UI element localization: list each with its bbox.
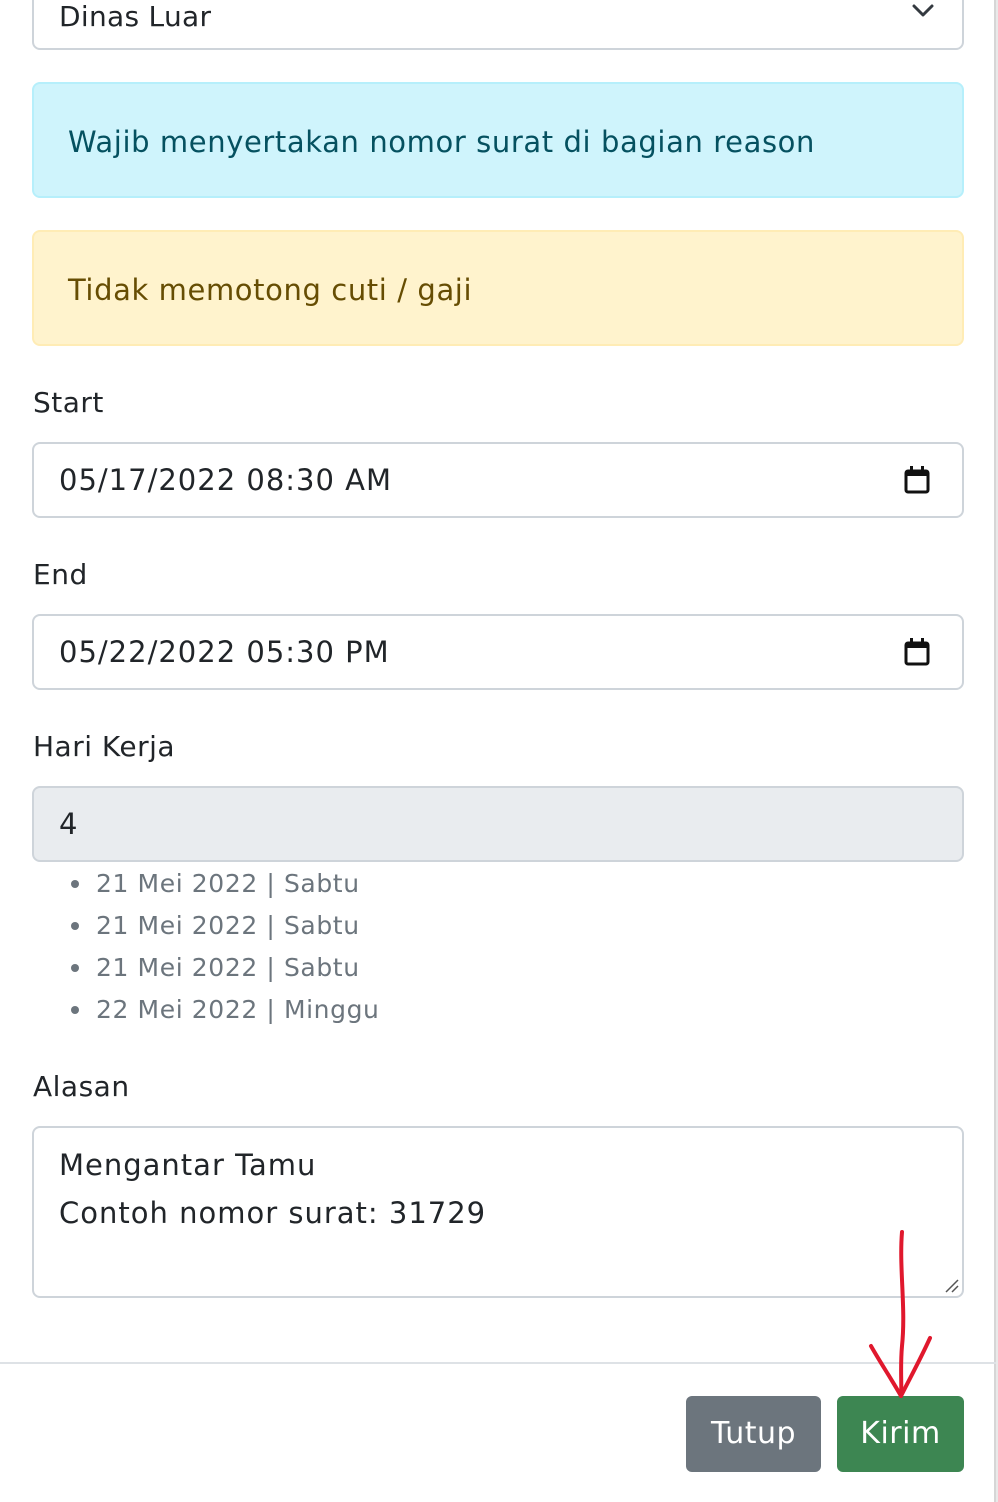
calendar-icon[interactable] (904, 637, 930, 667)
work-days-value: 4 (59, 807, 79, 841)
warning-alert: Tidak memotong cuti / gaji (32, 230, 964, 346)
reason-line: Contoh nomor surat: 31729 (59, 1196, 487, 1230)
submit-button[interactable]: Kirim (837, 1396, 964, 1472)
start-label: Start (33, 386, 104, 419)
end-label: End (33, 558, 88, 591)
calendar-icon[interactable] (904, 465, 930, 495)
leave-type-select[interactable]: Dinas Luar (32, 0, 964, 50)
start-datetime-input[interactable]: 05/17/2022 08:30 AM (32, 442, 964, 518)
list-item: 22 Mei 2022 | Minggu (70, 992, 379, 1034)
work-days-input: 4 (32, 786, 964, 862)
list-item: 21 Mei 2022 | Sabtu (70, 908, 379, 950)
leave-type-value: Dinas Luar (59, 0, 212, 33)
resize-handle-icon[interactable] (943, 1277, 959, 1293)
list-item: 21 Mei 2022 | Sabtu (70, 866, 379, 908)
modal-dialog: Dinas Luar Wajib menyertakan nomor surat… (0, 0, 996, 1502)
list-item: 21 Mei 2022 | Sabtu (70, 950, 379, 992)
reason-label: Alasan (33, 1070, 130, 1103)
chevron-down-icon (912, 4, 934, 17)
work-days-label: Hari Kerja (33, 730, 176, 763)
reason-textarea[interactable]: Mengantar Tamu Contoh nomor surat: 31729 (32, 1126, 964, 1298)
info-alert: Wajib menyertakan nomor surat di bagian … (32, 82, 964, 198)
end-datetime-value: 05/22/2022 05:30 PM (59, 635, 390, 669)
work-days-date-list: 21 Mei 2022 | Sabtu 21 Mei 2022 | Sabtu … (70, 866, 379, 1034)
end-datetime-input[interactable]: 05/22/2022 05:30 PM (32, 614, 964, 690)
reason-line: Mengantar Tamu (59, 1148, 317, 1182)
modal-footer-divider (0, 1362, 996, 1364)
close-button[interactable]: Tutup (686, 1396, 821, 1472)
start-datetime-value: 05/17/2022 08:30 AM (59, 463, 393, 497)
